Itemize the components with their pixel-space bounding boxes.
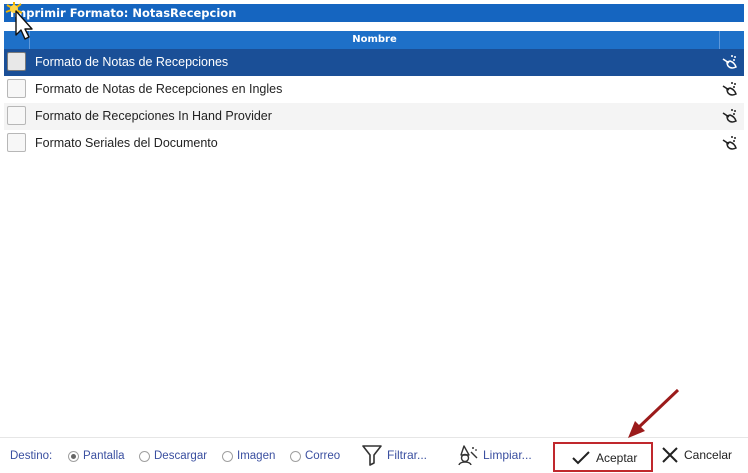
cancel-button[interactable]: Cancelar [661,443,732,467]
radio-button[interactable] [68,450,79,462]
broom-clean-icon[interactable] [720,53,738,71]
column-header-nombre[interactable]: Nombre [30,31,719,49]
filter-button[interactable]: Filtrar... [362,443,427,467]
dialog-title: Imprimir Formato: NotasRecepcion [4,4,744,22]
accept-button[interactable]: Aceptar [571,446,637,470]
radio-imagen[interactable]: Imagen [222,448,275,464]
radio-pantalla[interactable]: Pantalla [68,448,125,464]
clear-label: Limpiar... [483,448,532,462]
format-name[interactable]: Formato de Notas de Recepciones [35,49,228,76]
radio-label: Descargar [154,450,208,462]
wizard-clear-icon [458,445,478,466]
header-select-column [4,31,30,49]
format-name[interactable]: Formato de Notas de Recepciones en Ingle… [35,76,282,103]
format-row[interactable]: Formato de Recepciones In Hand Provider [4,103,744,130]
accept-label: Aceptar [596,451,638,465]
row-checkbox[interactable] [7,52,26,71]
format-row[interactable]: Formato Seriales del Documento [4,130,744,157]
row-checkbox[interactable] [7,79,26,98]
destino-label: Destino: [10,450,53,462]
format-name[interactable]: Formato Seriales del Documento [35,130,218,157]
broom-clean-icon[interactable] [720,80,738,98]
radio-label: Pantalla [83,450,125,462]
header-action-column [719,31,744,49]
radio-label: Correo [305,450,341,462]
broom-clean-icon[interactable] [720,107,738,125]
footer-toolbar: Destino: Pantalla Descargar Imagen Corre… [0,438,748,473]
checkmark-icon [572,451,590,465]
filter-icon [362,445,382,466]
radio-correo[interactable]: Correo [290,448,340,464]
row-checkbox[interactable] [7,106,26,125]
format-list: Formato de Notas de Recepciones Formato … [4,49,744,157]
radio-label: Imagen [237,450,276,462]
format-row[interactable]: Formato de Notas de Recepciones [4,49,744,76]
radio-button[interactable] [222,450,233,462]
format-row[interactable]: Formato de Notas de Recepciones en Ingle… [4,76,744,103]
radio-button[interactable] [139,450,150,462]
broom-clean-icon[interactable] [720,134,738,152]
accept-highlight: Aceptar [553,442,653,472]
cancel-label: Cancelar [684,448,733,462]
filter-label: Filtrar... [387,448,428,462]
row-checkbox[interactable] [7,133,26,152]
clear-button[interactable]: Limpiar... [456,443,532,467]
grid-header: Nombre [4,31,744,49]
radio-descargar[interactable]: Descargar [139,448,207,464]
format-name[interactable]: Formato de Recepciones In Hand Provider [35,103,272,130]
close-icon [662,447,678,463]
radio-button[interactable] [290,450,301,462]
